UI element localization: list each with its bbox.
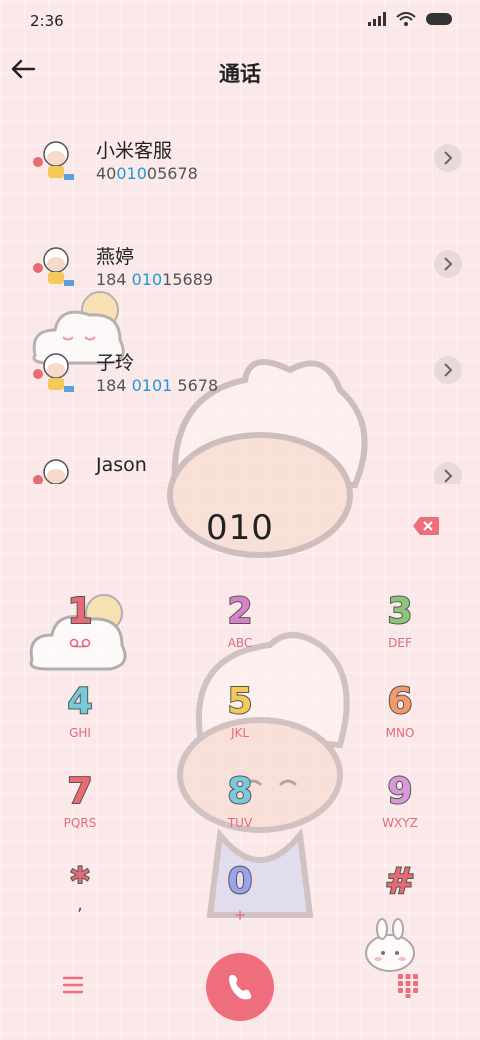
contact-name: 燕婷: [96, 246, 135, 268]
key-1[interactable]: 1: [20, 590, 140, 670]
contact-name: 子玲: [96, 352, 135, 374]
contact-row[interactable]: Jason: [0, 418, 480, 484]
key-5[interactable]: 5 JKL: [180, 680, 300, 760]
chevron-right-icon[interactable]: [434, 250, 462, 278]
contact-number: 184 01015689: [96, 270, 214, 289]
status-bar: 2:36: [0, 0, 480, 40]
contact-number: 184 0101 5678: [96, 376, 219, 395]
avatar: [33, 459, 69, 484]
contact-row[interactable]: 小米客服 4001005678: [0, 100, 480, 200]
contact-row[interactable]: 子玲 184 0101 5678: [0, 312, 480, 412]
key-2[interactable]: 2 ABC: [180, 590, 300, 670]
voicemail-icon: [69, 638, 91, 648]
key-4[interactable]: 4 GHI: [20, 680, 140, 760]
dialed-number: 010: [206, 508, 274, 548]
battery-icon: [426, 13, 452, 25]
status-icons: [368, 12, 452, 26]
avatar: [33, 247, 74, 286]
menu-icon[interactable]: [60, 972, 86, 998]
key-9[interactable]: 9 WXYZ: [340, 770, 460, 850]
chevron-right-icon[interactable]: [434, 356, 462, 384]
signal-icon: [368, 12, 386, 26]
chevron-right-icon[interactable]: [434, 144, 462, 172]
bottom-bar: [0, 950, 480, 1021]
contact-name: Jason: [96, 454, 147, 476]
key-star[interactable]: * ,: [20, 860, 140, 940]
chevron-right-icon[interactable]: [434, 462, 462, 484]
key-6[interactable]: 6 MNO: [340, 680, 460, 760]
keypad-icon[interactable]: [395, 972, 421, 998]
status-time: 2:36: [30, 12, 64, 30]
wifi-icon: [396, 12, 416, 26]
backspace-icon[interactable]: [412, 516, 440, 536]
key-7[interactable]: 7 PQRS: [20, 770, 140, 850]
avatar: [33, 141, 74, 180]
contact-row[interactable]: 燕婷 184 01015689: [0, 206, 480, 306]
contact-number: 4001005678: [96, 164, 198, 183]
page-title: 通话: [219, 62, 261, 86]
phone-icon: [229, 975, 252, 1000]
contact-name: 小米客服: [96, 140, 173, 162]
call-button[interactable]: [206, 953, 274, 1021]
contact-list[interactable]: 小米客服 4001005678 燕婷 184 01015689 子玲 184 0…: [0, 100, 480, 484]
key-3[interactable]: 3 DEF: [340, 590, 460, 670]
key-hash[interactable]: #: [340, 860, 460, 940]
dial-display: 010: [0, 500, 480, 556]
title-bar: 通话: [0, 48, 480, 92]
avatar: [33, 353, 74, 392]
key-8[interactable]: 8 TUV: [180, 770, 300, 850]
key-0[interactable]: 0 +: [180, 860, 300, 940]
